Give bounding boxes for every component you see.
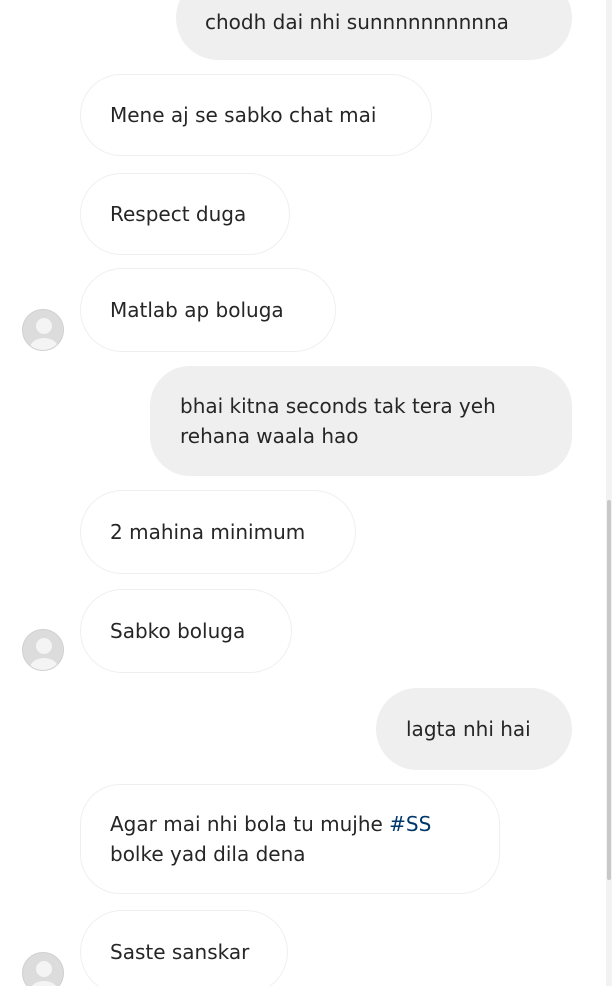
incoming-message[interactable]: Mene aj se sabko chat mai (80, 74, 432, 156)
incoming-message[interactable]: 2 mahina minimum (80, 490, 356, 574)
message-text: Mene aj se sabko chat mai (110, 103, 377, 127)
incoming-message[interactable]: Respect duga (80, 173, 290, 255)
message-text-line: rehana waala hao (180, 424, 359, 448)
message-text: Saste sanskar (110, 940, 250, 964)
sender-avatar-icon[interactable] (22, 952, 64, 986)
sender-avatar-icon[interactable] (22, 309, 64, 351)
outgoing-message[interactable]: bhai kitna seconds tak tera yeh rehana w… (150, 366, 572, 476)
message-text: chodh dai nhi sunnnnnnnnnna (205, 10, 509, 34)
message-text-line: bhai kitna seconds tak tera yeh (180, 394, 496, 418)
message-text-line: Agar mai nhi bola tu mujhe #SS (110, 809, 431, 839)
outgoing-message[interactable]: lagta nhi hai (376, 688, 572, 770)
scrollbar[interactable] (606, 0, 612, 986)
scrollbar-thumb[interactable] (607, 500, 611, 880)
message-text: lagta nhi hai (406, 717, 531, 741)
message-text-segment: Agar mai nhi bola tu mujhe (110, 812, 390, 836)
default-profile-avatar-icon (23, 310, 63, 350)
hashtag-link[interactable]: #SS (389, 812, 431, 836)
default-profile-avatar-icon (23, 953, 63, 986)
incoming-message[interactable]: Matlab ap boluga (80, 268, 336, 352)
incoming-message[interactable]: Agar mai nhi bola tu mujhe #SS bolke yad… (80, 784, 500, 894)
message-text: Matlab ap boluga (110, 298, 284, 322)
sender-avatar-icon[interactable] (22, 629, 64, 671)
message-text: Sabko boluga (110, 619, 246, 643)
incoming-message[interactable]: Sabko boluga (80, 589, 292, 673)
chat-thread: chodh dai nhi sunnnnnnnnnna Mene aj se s… (0, 0, 612, 986)
message-text: Respect duga (110, 202, 247, 226)
message-text: 2 mahina minimum (110, 520, 306, 544)
message-text-line: bolke yad dila dena (110, 842, 306, 866)
outgoing-message[interactable]: chodh dai nhi sunnnnnnnnnna (176, 0, 572, 60)
incoming-message[interactable]: Saste sanskar (80, 910, 288, 986)
default-profile-avatar-icon (23, 630, 63, 670)
